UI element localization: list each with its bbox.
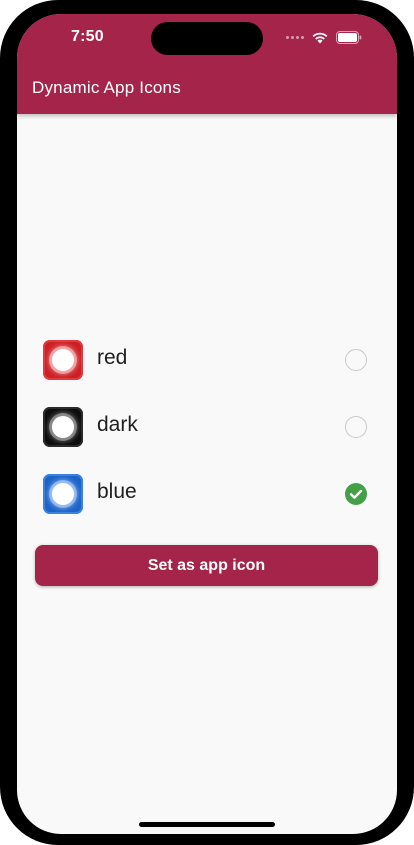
wifi-icon xyxy=(312,32,328,44)
phone-frame: 7:50 Dynamic App Icons red dark blue Set… xyxy=(0,0,414,845)
radio-unchecked-icon[interactable] xyxy=(345,349,367,371)
icon-option-dark[interactable]: dark xyxy=(17,398,397,454)
option-label: dark xyxy=(97,413,138,436)
set-as-app-icon-button[interactable]: Set as app icon xyxy=(35,545,378,586)
app-bar: 7:50 Dynamic App Icons xyxy=(17,14,397,114)
option-label: red xyxy=(97,346,128,369)
check-circle-icon[interactable] xyxy=(345,483,367,505)
status-time: 7:50 xyxy=(71,28,104,45)
dynamic-island xyxy=(151,22,263,55)
icon-option-blue[interactable]: blue xyxy=(17,465,397,521)
red-app-icon xyxy=(43,340,83,380)
app-screen: 7:50 Dynamic App Icons red dark blue Set… xyxy=(17,14,397,834)
battery-icon xyxy=(336,31,362,44)
home-indicator[interactable] xyxy=(139,822,275,827)
blue-app-icon xyxy=(43,474,83,514)
page-title: Dynamic App Icons xyxy=(32,78,181,97)
dark-app-icon xyxy=(43,407,83,447)
icon-option-red[interactable]: red xyxy=(17,331,397,387)
option-label: blue xyxy=(97,480,137,503)
signal-dots-icon xyxy=(286,36,310,42)
radio-unchecked-icon[interactable] xyxy=(345,416,367,438)
